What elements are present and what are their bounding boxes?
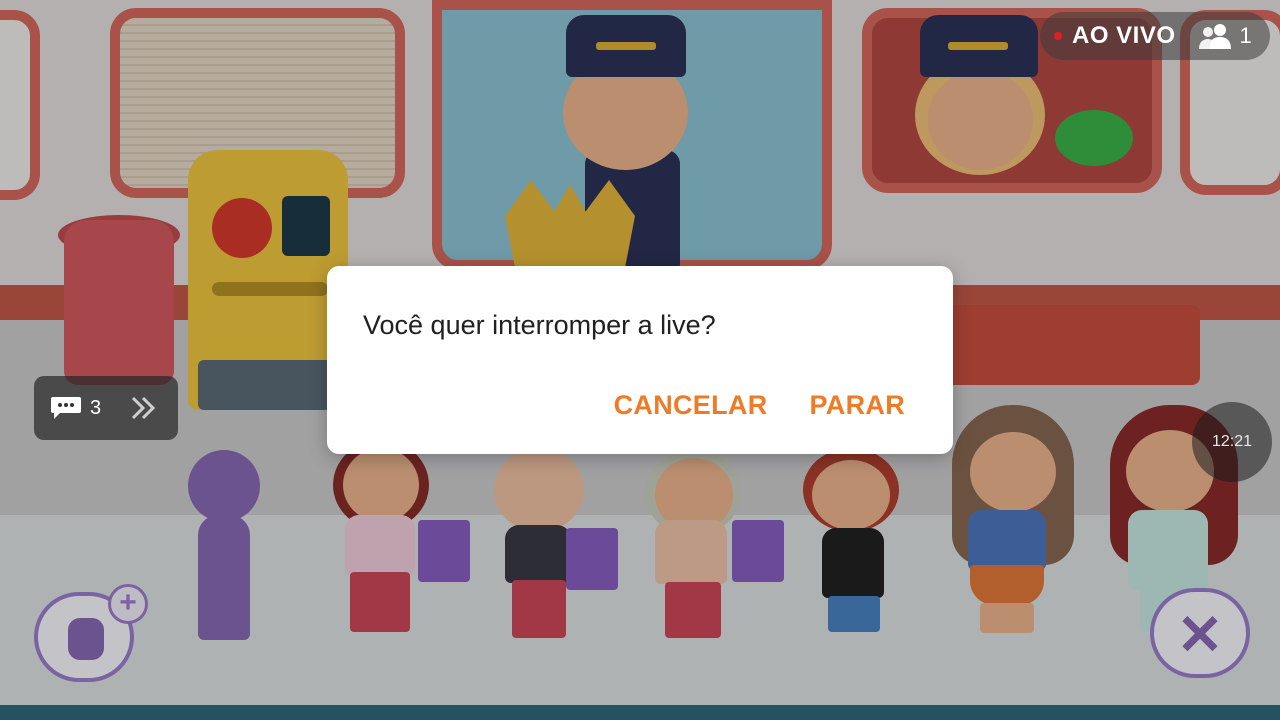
viewer-count: 1 (1239, 23, 1252, 48)
live-status-pill: AO VIVO 1 (1040, 12, 1270, 60)
live-label: AO VIVO (1072, 22, 1176, 49)
recording-timer: 12:21 (1192, 402, 1272, 482)
cancel-button[interactable]: CANCELAR (614, 390, 768, 421)
dialog-message: Você quer interromper a live? (363, 310, 716, 340)
double-chevron-right-icon[interactable] (129, 394, 159, 422)
stop-live-dialog: Você quer interromper a live? CANCELAR P… (327, 266, 953, 454)
chat-pill[interactable]: 3 (34, 376, 178, 440)
live-indicator-dot (1054, 32, 1062, 40)
people-icon (1198, 22, 1232, 50)
chat-count: 3 (90, 396, 102, 419)
stop-button[interactable]: PARAR (810, 390, 906, 421)
dialog-actions: CANCELAR PARAR (614, 390, 905, 421)
chat-bubble-icon (50, 395, 82, 421)
